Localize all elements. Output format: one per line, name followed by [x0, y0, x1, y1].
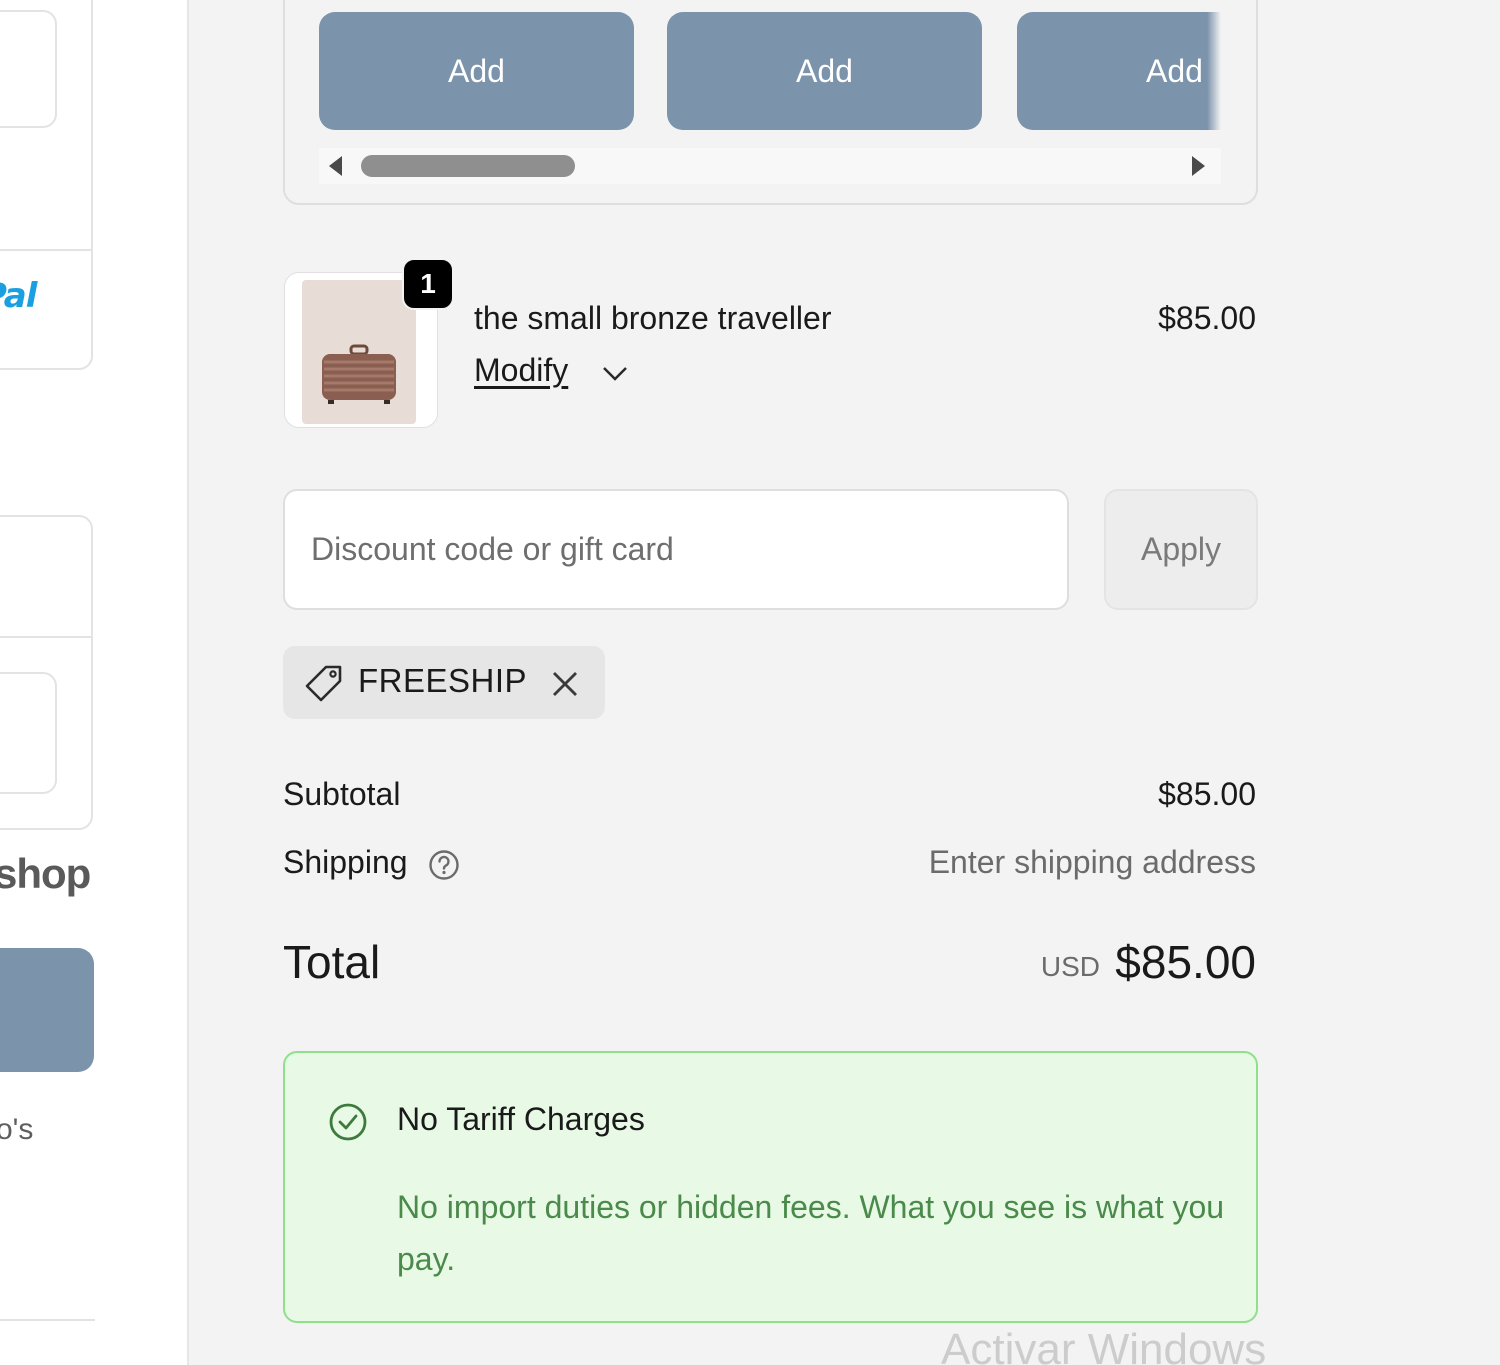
shipping-value: Enter shipping address — [928, 844, 1256, 880]
scroll-left-arrow-icon[interactable] — [329, 156, 342, 176]
discount-code-label: FREESHIP — [358, 662, 528, 699]
add-upsell-button[interactable]: Add — [319, 12, 634, 130]
divider — [0, 249, 93, 251]
order-summary: Add Add Add 1 the small bronze traveller… — [187, 0, 1500, 1365]
tag-icon — [305, 665, 342, 702]
check-circle-icon — [329, 1103, 367, 1141]
scroll-right-arrow-icon[interactable] — [1192, 156, 1205, 176]
divider — [0, 636, 93, 638]
subtotal-label: Subtotal — [283, 776, 401, 812]
windows-activation-watermark: Activar Windows — [941, 1325, 1267, 1365]
currency-code: USD — [1040, 951, 1100, 982]
notice-title: No Tariff Charges — [397, 1101, 645, 1137]
shipping-label: Shipping — [283, 844, 408, 880]
express-option-box[interactable] — [0, 10, 57, 128]
paypal-logo[interactable]: Pal — [0, 276, 37, 316]
footer-text: o's — [0, 1113, 34, 1146]
suitcase-icon — [322, 344, 396, 404]
add-upsell-button[interactable]: Add — [667, 12, 982, 130]
checkout-main-column: Pal shop o's — [0, 0, 187, 1365]
product-price: $85.00 — [1158, 300, 1256, 336]
tariff-notice: No Tariff Charges No import duties or hi… — [283, 1051, 1258, 1323]
pay-now-button[interactable] — [0, 948, 94, 1072]
total-value: $85.00 — [1115, 936, 1256, 988]
scrollbar-thumb[interactable] — [361, 155, 575, 177]
discount-code-input[interactable] — [283, 489, 1069, 610]
subtotal-value: $85.00 — [1158, 776, 1256, 812]
chevron-down-icon[interactable] — [600, 358, 630, 388]
modify-link[interactable]: Modify — [474, 352, 568, 389]
quantity-badge: 1 — [402, 258, 454, 310]
divider — [0, 1319, 95, 1321]
notice-body: No import duties or hidden fees. What yo… — [397, 1189, 1225, 1277]
product-name: the small bronze traveller — [474, 300, 832, 336]
horizontal-scrollbar[interactable] — [319, 148, 1221, 184]
close-icon[interactable] — [549, 668, 581, 700]
payment-option-box[interactable] — [0, 672, 57, 794]
add-upsell-button[interactable]: Add — [1017, 12, 1221, 130]
applied-discount-tag: FREESHIP — [283, 646, 605, 719]
help-icon[interactable] — [427, 848, 461, 882]
shop-pay-logo: shop — [0, 850, 91, 897]
total-label: Total — [283, 936, 381, 988]
apply-discount-button[interactable]: Apply — [1104, 489, 1258, 610]
